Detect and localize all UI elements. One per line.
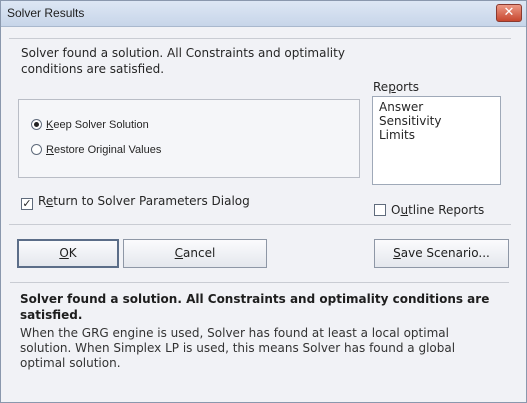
report-item-limits[interactable]: Limits <box>379 128 494 142</box>
return-to-parameters-checkbox[interactable]: ✓ Return to Solver Parameters Dialog <box>21 194 250 210</box>
solver-message: Solver found a solution. All Constraints… <box>21 46 345 76</box>
checkmark-icon: ✓ <box>21 197 33 210</box>
reports-label: Reports <box>373 80 420 94</box>
solver-results-dialog: Solver Results ✕ Solver found a solution… <box>0 0 527 403</box>
summary-detail: When the GRG engine is used, Solver has … <box>20 326 456 370</box>
radio-selected-icon <box>31 119 42 130</box>
ok-button[interactable]: OK <box>17 239 119 268</box>
summary-pane: Solver found a solution. All Constraints… <box>10 282 509 390</box>
keep-solver-solution-radio[interactable]: Keep Solver Solution <box>31 119 149 131</box>
report-item-answer[interactable]: Answer <box>379 100 494 114</box>
checkbox-empty-icon <box>374 204 386 216</box>
title-bar: Solver Results ✕ <box>1 1 526 27</box>
summary-headline: Solver found a solution. All Constraints… <box>20 292 490 322</box>
report-item-sensitivity[interactable]: Sensitivity <box>379 114 494 128</box>
dialog-title: Solver Results <box>7 6 85 20</box>
save-scenario-button[interactable]: Save Scenario... <box>374 239 509 268</box>
solution-options-group <box>18 99 360 178</box>
cancel-button[interactable]: Cancel <box>123 239 267 268</box>
reports-list[interactable]: Answer Sensitivity Limits <box>372 96 501 185</box>
restore-original-values-radio[interactable]: Restore Original Values <box>31 144 161 156</box>
radio-unselected-icon <box>31 144 42 155</box>
outline-reports-checkbox[interactable]: Outline Reports <box>374 203 484 217</box>
close-icon[interactable]: ✕ <box>496 4 522 22</box>
